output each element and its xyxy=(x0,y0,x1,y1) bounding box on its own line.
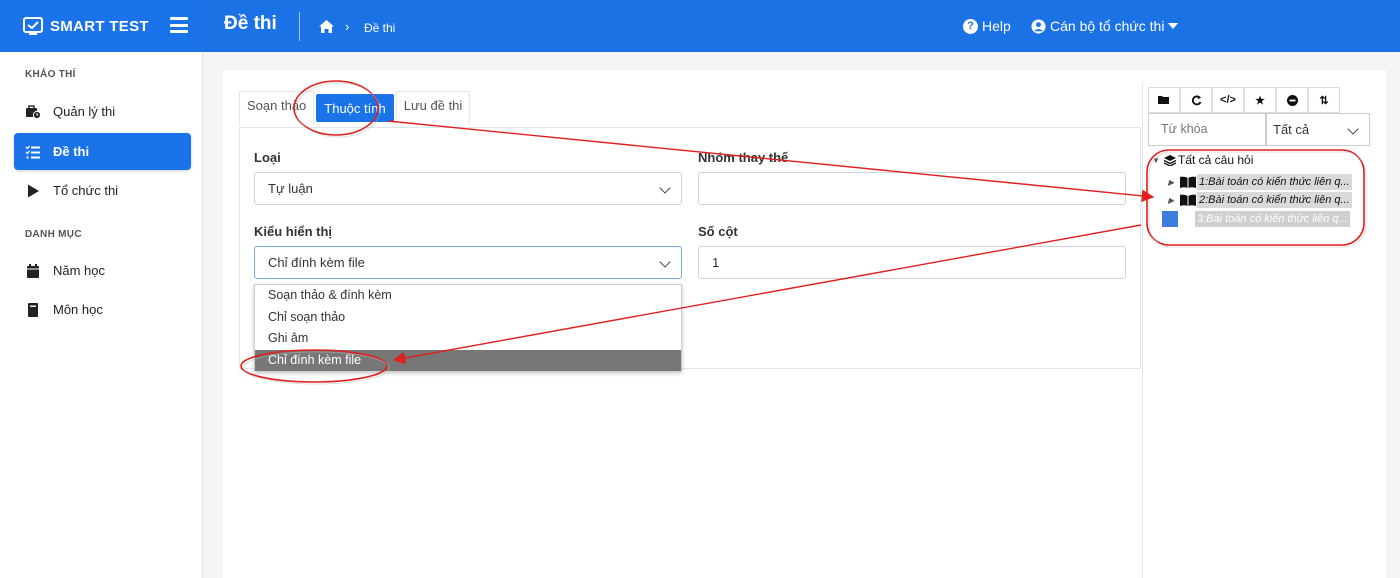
sort-icon[interactable]: ⇅ xyxy=(1308,87,1340,113)
triangle-down-icon[interactable]: ▼ xyxy=(1152,156,1160,165)
kieu-hien-thi-value: Chỉ đính kèm file xyxy=(268,255,365,270)
user-label: Cán bộ tổ chức thi xyxy=(1050,18,1165,34)
tree-root[interactable]: ▼ Tất cả câu hỏi xyxy=(1152,153,1253,167)
right-panel-divider xyxy=(1142,82,1143,578)
brand[interactable]: SMART TEST xyxy=(22,14,149,38)
open-book-icon xyxy=(1180,176,1196,188)
nhom-thay-the-input[interactable] xyxy=(698,172,1126,205)
play-icon xyxy=(28,184,39,197)
book-icon xyxy=(28,302,38,317)
dropdown-option[interactable]: Soạn thảo & đính kèm xyxy=(255,285,681,307)
list-check-icon xyxy=(25,145,40,158)
open-book-icon xyxy=(1180,194,1196,206)
sidebar-item-label: Quản lý thi xyxy=(53,104,116,119)
filter-select[interactable]: Tất cả xyxy=(1266,113,1370,146)
nhom-thay-the-label: Nhóm thay thế xyxy=(698,150,789,165)
keyword-input[interactable]: Từ khóa xyxy=(1148,113,1266,146)
user-circle-icon xyxy=(1031,18,1046,34)
breadcrumb-current[interactable]: Đề thi xyxy=(364,21,395,35)
tab-soan-thao[interactable]: Soạn thảo xyxy=(239,91,315,125)
calendar-icon xyxy=(27,263,39,278)
dropdown-option-selected[interactable]: Chỉ đính kèm file xyxy=(255,349,681,371)
home-icon[interactable] xyxy=(319,20,334,33)
top-bar: SMART TEST Đề thi › Đề thi ? Help Cán bộ… xyxy=(0,0,1400,52)
star-icon[interactable]: ★ xyxy=(1244,87,1276,113)
filter-value: Tất cả xyxy=(1273,122,1310,137)
dropdown-option[interactable]: Chỉ soạn thảo xyxy=(255,307,681,329)
header-title-area: Đề thi › Đề thi xyxy=(203,0,1400,52)
kieu-hien-thi-select[interactable]: Chỉ đính kèm file xyxy=(254,246,682,279)
open-book-icon xyxy=(1178,213,1194,225)
sidebar: KHẢO THÍ Quản lý thi Đề thi Tổ chức thi … xyxy=(0,52,203,578)
sidebar-item-label: Đề thi xyxy=(53,144,90,159)
sidebar-item-label: Môn học xyxy=(53,302,103,317)
tree-item-label: 3:Bài toán có kiến thức liên q... xyxy=(1195,211,1350,227)
sidebar-section-danh-muc: DANH MỤC xyxy=(25,229,82,240)
sidebar-item-label: Năm học xyxy=(53,263,106,278)
user-menu[interactable]: Cán bộ tổ chức thi xyxy=(1031,18,1179,34)
sidebar-item-mon-hoc[interactable]: Môn học xyxy=(14,291,191,328)
caret-down-icon xyxy=(1168,23,1179,29)
dropdown-option[interactable]: Ghi âm xyxy=(255,328,681,350)
header-divider xyxy=(299,12,300,41)
breadcrumb-chevron-icon: › xyxy=(345,19,350,34)
sidebar-item-de-thi[interactable]: Đề thi xyxy=(14,133,191,170)
menu-toggle-icon[interactable] xyxy=(170,17,188,33)
tree-item[interactable]: ▶ 2:Bài toán có kiến thức liên q... xyxy=(1168,192,1352,208)
tree-item-label: 1:Bài toán có kiến thức liên q... xyxy=(1197,174,1352,190)
sidebar-item-to-chuc-thi[interactable]: Tổ chức thi xyxy=(14,172,191,209)
sidebar-item-label: Tổ chức thi xyxy=(53,183,119,198)
brand-name: SMART TEST xyxy=(50,17,149,35)
tree-item-label: 2:Bài toán có kiến thức liên q... xyxy=(1197,192,1352,208)
tree-toolbar: </> ★ ⇅ xyxy=(1148,87,1340,113)
minus-circle-icon[interactable] xyxy=(1276,87,1308,113)
so-cot-input[interactable]: 1 xyxy=(698,246,1126,279)
tree-item-dragging[interactable]: 3:Bài toán có kiến thức liên q... xyxy=(1162,211,1350,227)
layers-icon xyxy=(1164,154,1176,166)
tree-root-label: Tất cả câu hỏi xyxy=(1178,153,1254,167)
refresh-icon[interactable] xyxy=(1180,87,1212,113)
question-circle-icon: ? xyxy=(963,18,978,34)
code-icon[interactable]: </> xyxy=(1212,87,1244,113)
help-label: Help xyxy=(982,18,1011,34)
so-cot-label: Số cột xyxy=(698,224,738,239)
loai-select[interactable]: Tự luận xyxy=(254,172,682,205)
page-title: Đề thi xyxy=(224,13,277,34)
tab-luu-de-thi[interactable]: Lưu đề thi xyxy=(395,91,471,125)
tree-item[interactable]: ▶ 1:Bài toán có kiến thức liên q... xyxy=(1168,174,1352,190)
brand-logo-icon xyxy=(23,17,43,35)
chevron-down-icon xyxy=(659,256,671,268)
triangle-right-icon[interactable]: ▶ xyxy=(1168,196,1174,205)
tab-thuoc-tinh[interactable]: Thuộc tính xyxy=(316,94,394,122)
kieu-hien-thi-dropdown: Soạn thảo & đính kèm Chỉ soạn thảo Ghi â… xyxy=(254,284,682,371)
briefcase-clock-icon xyxy=(26,104,41,119)
help-link[interactable]: ? Help xyxy=(963,18,1011,34)
chevron-down-icon xyxy=(659,182,671,194)
kieu-hien-thi-label: Kiểu hiển thị xyxy=(254,224,332,239)
sidebar-section-khao-thi: KHẢO THÍ xyxy=(25,69,76,80)
chevron-down-icon xyxy=(1347,123,1359,135)
triangle-right-icon[interactable]: ▶ xyxy=(1168,178,1174,187)
editor-tabs: Soạn thảo Thuộc tính Lưu đề thi xyxy=(239,91,471,125)
folder-open-icon[interactable] xyxy=(1148,87,1180,113)
sidebar-item-quan-ly-thi[interactable]: Quản lý thi xyxy=(14,93,191,130)
drag-marker-icon xyxy=(1162,211,1178,227)
loai-value: Tự luận xyxy=(268,181,313,196)
sidebar-item-nam-hoc[interactable]: Năm học xyxy=(14,252,191,289)
loai-label: Loại xyxy=(254,150,281,165)
